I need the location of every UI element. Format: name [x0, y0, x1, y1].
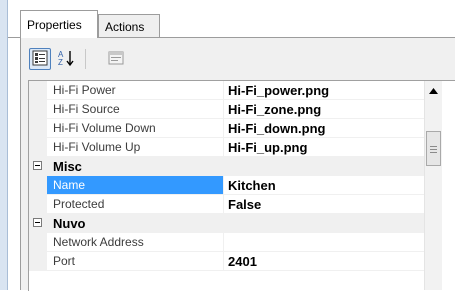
property-row-hifi-source[interactable]: Hi-Fi Source Hi-Fi_zone.png	[29, 100, 425, 119]
row-margin	[29, 233, 47, 252]
tab-properties-label: Properties	[27, 17, 82, 32]
property-value[interactable]: Hi-Fi_up.png	[224, 138, 425, 157]
property-row-protected[interactable]: Protected False	[29, 195, 425, 214]
property-grid: Hi-Fi Power Hi-Fi_power.png Hi-Fi Source…	[28, 80, 455, 291]
property-name: Port	[53, 254, 76, 268]
property-name: Network Address	[53, 235, 144, 249]
tab-properties[interactable]: Properties	[20, 10, 98, 38]
property-value[interactable]	[224, 233, 425, 252]
property-row-hifi-volume-up[interactable]: Hi-Fi Volume Up Hi-Fi_up.png	[29, 138, 425, 157]
row-margin	[29, 176, 47, 195]
property-value[interactable]: Hi-Fi_zone.png	[224, 100, 425, 119]
property-value[interactable]: 2401	[224, 252, 425, 271]
row-margin	[29, 138, 47, 157]
property-name: Hi-Fi Volume Up	[53, 140, 141, 154]
categorized-icon	[32, 50, 48, 69]
scroll-up-button[interactable]	[425, 81, 442, 98]
category-misc[interactable]: Misc	[29, 157, 425, 176]
grip-icon	[430, 142, 437, 156]
arrow-up-icon	[429, 83, 438, 97]
tab-actions[interactable]: Actions	[98, 14, 160, 38]
row-margin	[29, 195, 47, 214]
row-margin	[29, 252, 47, 271]
vertical-scrollbar[interactable]	[424, 81, 442, 290]
property-name: Protected	[53, 197, 105, 211]
property-value[interactable]: Hi-Fi_down.png	[224, 119, 425, 138]
docked-panel-edge	[0, 0, 8, 290]
property-pages-icon	[108, 50, 124, 69]
row-margin	[29, 119, 47, 138]
property-name: Hi-Fi Power	[53, 83, 116, 97]
property-name: Name	[47, 176, 223, 195]
tab-actions-label: Actions	[105, 19, 145, 34]
category-label: Misc	[53, 159, 82, 174]
property-value[interactable]: Kitchen	[224, 176, 425, 195]
category-nuvo[interactable]: Nuvo	[29, 214, 425, 233]
sort-alphabetical-icon: A Z	[57, 49, 75, 70]
property-row-hifi-power[interactable]: Hi-Fi Power Hi-Fi_power.png	[29, 81, 425, 100]
scroll-thumb[interactable]	[426, 131, 441, 166]
property-value[interactable]: False	[224, 195, 425, 214]
toolbar-separator	[85, 49, 86, 69]
property-row-network-address[interactable]: Network Address	[29, 233, 425, 252]
categorized-button[interactable]	[29, 48, 51, 70]
row-margin	[29, 100, 47, 119]
property-pages-button[interactable]	[105, 48, 127, 70]
property-value[interactable]: Hi-Fi_power.png	[224, 81, 425, 100]
property-row-port[interactable]: Port 2401	[29, 252, 425, 271]
property-name: Hi-Fi Volume Down	[53, 121, 156, 135]
property-grid-toolbar: A Z	[21, 38, 455, 76]
property-row-hifi-volume-down[interactable]: Hi-Fi Volume Down Hi-Fi_down.png	[29, 119, 425, 138]
row-separator	[47, 270, 425, 271]
collapse-icon[interactable]	[33, 218, 42, 227]
alphabetical-button[interactable]: A Z	[55, 48, 77, 70]
property-name: Hi-Fi Source	[53, 102, 120, 116]
property-row-name[interactable]: Name Kitchen	[29, 176, 425, 195]
svg-text:Z: Z	[58, 58, 63, 67]
row-margin	[29, 81, 47, 100]
collapse-icon[interactable]	[33, 161, 42, 170]
category-label: Nuvo	[53, 216, 86, 231]
